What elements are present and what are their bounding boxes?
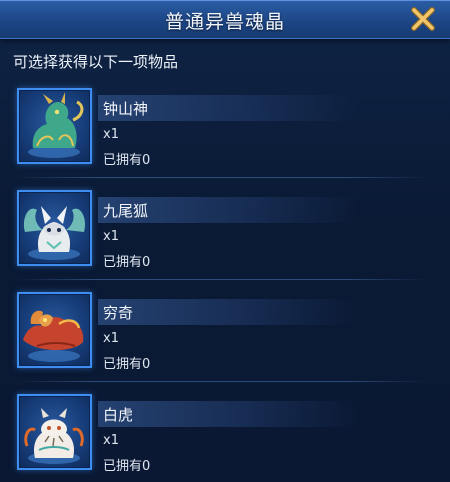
item-name: 钟山神 (103, 100, 149, 118)
close-icon[interactable] (410, 6, 436, 32)
list-item[interactable]: 钟山神 x1 已拥有0 (0, 84, 450, 186)
nine-tailed-fox-icon (17, 190, 92, 266)
list-item[interactable]: 白虎 x1 已拥有0 (0, 390, 450, 482)
item-name: 穷奇 (103, 304, 134, 322)
item-list: 钟山神 x1 已拥有0 九尾狐 x1 已拥有0 穷奇 x1 已拥有0 白虎 x1… (0, 84, 450, 482)
item-name: 白虎 (103, 406, 134, 424)
item-divider (14, 177, 428, 178)
item-owned-count: 已拥有0 (103, 153, 151, 168)
item-divider (14, 279, 428, 280)
item-divider (14, 381, 428, 382)
list-item[interactable]: 穷奇 x1 已拥有0 (0, 288, 450, 390)
zhongshanshen-beast-icon (17, 88, 92, 164)
title-bar: 普通异兽魂晶 (0, 0, 450, 39)
name-bar (98, 299, 358, 325)
dialog-title: 普通异兽魂晶 (164, 11, 285, 33)
white-tiger-icon (17, 394, 92, 470)
item-quantity: x1 (103, 433, 119, 448)
instruction-text: 可选择获得以下一项物品 (13, 53, 179, 71)
list-bottom-fade (0, 472, 450, 482)
item-quantity: x1 (103, 127, 119, 142)
item-quantity: x1 (103, 229, 119, 244)
qiongqi-beast-icon (17, 292, 92, 368)
item-owned-count: 已拥有0 (103, 357, 151, 372)
list-item[interactable]: 九尾狐 x1 已拥有0 (0, 186, 450, 288)
item-quantity: x1 (103, 331, 119, 346)
reward-choice-dialog: 普通异兽魂晶 可选择获得以下一项物品 钟山神 x1 已拥有0 九尾狐 x1 已拥… (0, 0, 450, 482)
name-bar (98, 401, 358, 427)
item-owned-count: 已拥有0 (103, 255, 151, 270)
item-name: 九尾狐 (103, 202, 149, 220)
